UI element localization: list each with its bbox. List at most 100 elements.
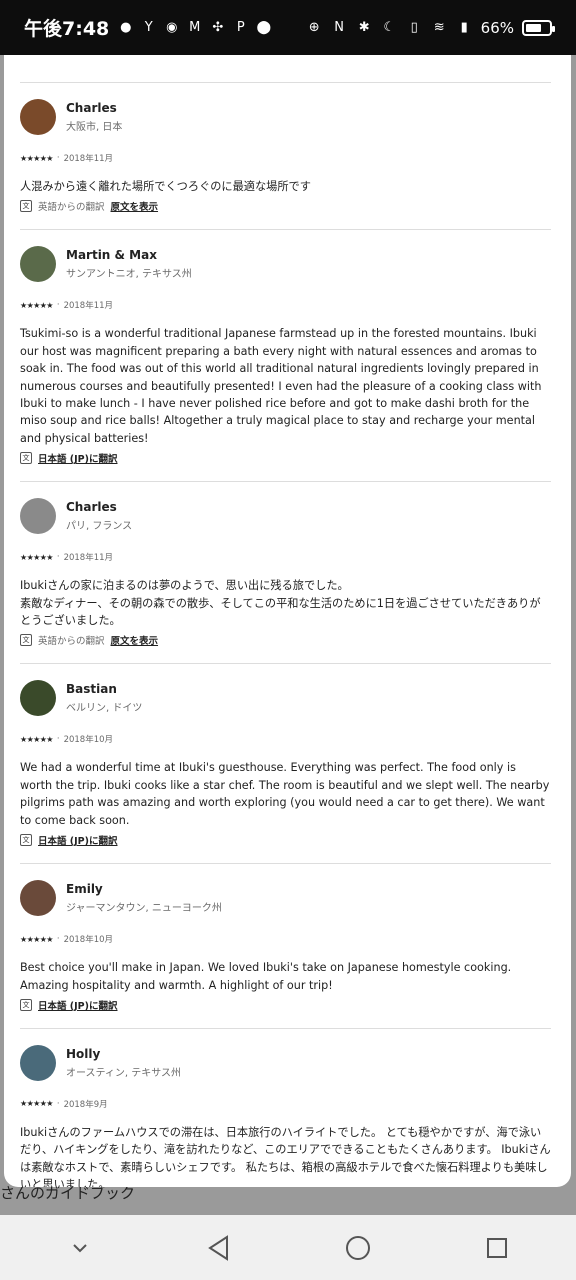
- navigation-bar: [0, 1215, 576, 1280]
- star-rating: ★★★★★: [20, 934, 53, 944]
- translation-link[interactable]: 原文を表示: [111, 633, 159, 647]
- reviewer-name[interactable]: Martin & Max: [66, 248, 192, 262]
- translation-note: 英語からの翻訳: [38, 636, 105, 648]
- avatar[interactable]: [20, 1044, 56, 1081]
- reviewer-location: ベルリン, ドイツ: [66, 703, 143, 715]
- status-bar: 午後7:48 ● Y ◉ M ✣ P ⬤ ⊕ N ✱ ☾ ▯ ≋ ▮ 66%: [0, 0, 576, 55]
- reviewer-location: パリ, フランス: [66, 521, 133, 533]
- star-rating: ★★★★★: [20, 153, 53, 163]
- avatar[interactable]: [20, 246, 56, 283]
- star-rating: ★★★★★: [20, 552, 53, 562]
- reviewer-name[interactable]: Charles: [66, 500, 132, 514]
- review-meta: ★★★★★ · 2018年11月: [20, 551, 551, 563]
- translation-link[interactable]: 日本語 (JP)に翻訳: [38, 998, 118, 1012]
- reviewer-location: サンアントニオ, テキサス州: [66, 269, 192, 281]
- avatar[interactable]: [20, 498, 56, 535]
- review-date: 2018年11月: [63, 301, 114, 312]
- star-rating: ★★★★★: [20, 300, 53, 310]
- parking-icon: P: [236, 20, 245, 35]
- vibrate-icon: ▯: [410, 20, 418, 35]
- review-text: Ibukiさんの家に泊まるのは夢のようで、思い出に残る旅でした。 素敵なディナー…: [20, 579, 541, 628]
- moon-icon: ☾: [383, 20, 395, 35]
- add-circle-icon: ⊕: [308, 20, 320, 35]
- bluetooth-icon: ✱: [358, 20, 370, 35]
- reviewer-row[interactable]: Martin & Max サンアントニオ, テキサス州: [20, 246, 551, 283]
- translation-link[interactable]: 日本語 (JP)に翻訳: [38, 833, 118, 847]
- review-meta: ★★★★★ · 2018年10月: [20, 733, 551, 745]
- review-meta: ★★★★★ · 2018年9月: [20, 1098, 551, 1110]
- review-text: Tsukimi-so is a wonderful traditional Ja…: [20, 327, 542, 445]
- review-date: 2018年11月: [63, 553, 114, 564]
- translate-icon: 文: [20, 998, 32, 1011]
- chevron-down-icon[interactable]: [60, 1228, 100, 1268]
- review-meta: ★★★★★ · 2018年11月: [20, 152, 551, 164]
- review-date: 2018年10月: [63, 935, 114, 946]
- review-item: Martin & Max サンアントニオ, テキサス州 ★★★★★ · 2018年11月…: [20, 230, 551, 483]
- reviewer-row[interactable]: Holly オースティン, テキサス州: [20, 1044, 551, 1081]
- system-icons: ⊕ N ✱ ☾ ▯ ≋ ▮ 66%: [306, 18, 555, 37]
- reviewer-location: オースティン, テキサス州: [66, 1067, 182, 1079]
- reviewer-name[interactable]: Charles: [66, 101, 122, 115]
- review-text: We had a wonderful time at Ibuki's guest…: [20, 761, 550, 827]
- translation-link[interactable]: 日本語 (JP)に翻訳: [38, 451, 118, 465]
- line-icon: ◉: [166, 20, 178, 35]
- avatar[interactable]: [20, 880, 56, 917]
- signal-icon: ▮: [460, 20, 468, 35]
- meta-separator: ·: [56, 300, 60, 311]
- review-text: Best choice you'll make in Japan. We lov…: [20, 961, 512, 992]
- star-rating: ★★★★★: [20, 1099, 53, 1109]
- status-time: 午後7:48: [24, 18, 110, 40]
- spotify-icon: ●: [120, 20, 132, 35]
- divider: [20, 55, 551, 83]
- review-date: 2018年10月: [63, 735, 114, 746]
- notification-icons: ● Y ◉ M ✣ P ⬤: [117, 19, 272, 36]
- reviewer-name[interactable]: Bastian: [66, 682, 142, 696]
- translate-icon: 文: [20, 452, 32, 465]
- reviewer-row[interactable]: Charles パリ, フランス: [20, 498, 551, 535]
- home-icon[interactable]: [338, 1228, 378, 1268]
- reviews-modal[interactable]: Charles 大阪市, 日本 ★★★★★ · 2018年11月 人混みから遠く離れた場所…: [4, 55, 571, 1187]
- translation-row: 文日本語 (JP)に翻訳: [20, 833, 551, 847]
- reviewer-row[interactable]: Charles 大阪市, 日本: [20, 99, 551, 135]
- review-item: Holly オースティン, テキサス州 ★★★★★ · 2018年9月 Ibukiさんのフ…: [20, 1029, 551, 1187]
- reviewer-name[interactable]: Emily: [66, 882, 222, 896]
- translate-icon: 文: [20, 200, 32, 213]
- meta-separator: ·: [56, 153, 60, 163]
- back-icon[interactable]: [199, 1228, 239, 1268]
- gmail-icon: M: [189, 20, 201, 35]
- star-rating: ★★★★★: [20, 734, 53, 744]
- review-item: Emily ジャーマンタウン, ニューヨーク州 ★★★★★ · 2018年10月 Best…: [20, 864, 551, 1029]
- location-icon: ⬤: [256, 20, 272, 35]
- reviewer-location: 大阪市, 日本: [66, 122, 123, 133]
- review-item: Charles 大阪市, 日本 ★★★★★ · 2018年11月 人混みから遠く離れた場所…: [20, 83, 551, 231]
- review-item: Bastian ベルリン, ドイツ ★★★★★ · 2018年10月 We had a w…: [20, 664, 551, 865]
- recents-icon[interactable]: [477, 1228, 517, 1268]
- review-date: 2018年11月: [63, 154, 114, 164]
- avatar[interactable]: [20, 680, 56, 717]
- translation-row: 文英語からの翻訳 原文を表示: [20, 199, 551, 213]
- review-text: Ibukiさんのファームハウスでの滞在は、日本旅行のハイライトでした。 とても穏…: [20, 1125, 551, 1187]
- pinwheel-icon: ✣: [212, 20, 224, 35]
- yahoo-icon: Y: [144, 20, 153, 35]
- reviewer-name[interactable]: Holly: [66, 1047, 181, 1061]
- meta-separator: ·: [56, 1098, 60, 1109]
- translate-icon: 文: [20, 634, 32, 647]
- reviewer-location: ジャーマンタウン, ニューヨーク州: [66, 903, 222, 915]
- review-meta: ★★★★★ · 2018年11月: [20, 299, 551, 311]
- battery-percent: 66%: [480, 18, 514, 37]
- reviewer-row[interactable]: Bastian ベルリン, ドイツ: [20, 680, 551, 717]
- review-text: 人混みから遠く離れた場所でくつろぐのに最適な場所です: [20, 180, 311, 193]
- avatar[interactable]: [20, 99, 56, 135]
- translation-row: 文日本語 (JP)に翻訳: [20, 451, 551, 465]
- nfc-icon: N: [334, 20, 345, 35]
- translation-link[interactable]: 原文を表示: [111, 199, 159, 213]
- review-meta: ★★★★★ · 2018年10月: [20, 933, 551, 945]
- translate-icon: 文: [20, 834, 32, 847]
- meta-separator: ·: [56, 552, 60, 563]
- wifi-icon: ≋: [433, 20, 445, 35]
- review-date: 2018年9月: [63, 1099, 108, 1110]
- reviewer-row[interactable]: Emily ジャーマンタウン, ニューヨーク州: [20, 880, 551, 917]
- translation-note: 英語からの翻訳: [38, 202, 105, 214]
- meta-separator: ·: [56, 734, 60, 745]
- meta-separator: ·: [56, 934, 60, 945]
